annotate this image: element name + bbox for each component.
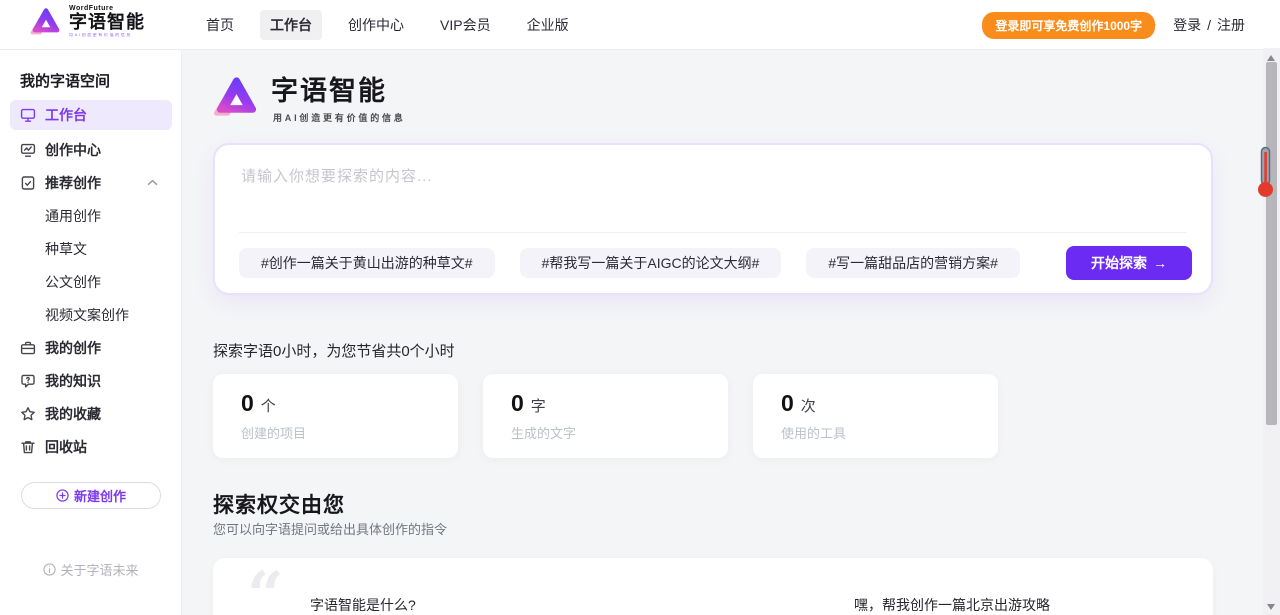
trash-icon [20,439,36,455]
quote-icon: “ [247,564,284,615]
brand-logo[interactable]: WordFuture 字语智能 用AI创造更有价值的信息 [30,5,145,37]
sidebar-item-label: 工作台 [45,105,87,125]
sidebar-item-my-favorites[interactable]: 我的收藏 [0,397,182,430]
sidebar-item-label: 我的创作 [45,338,101,358]
sidebar-item-label: 回收站 [45,437,87,457]
main-content: 字语智能 用AI创造更有价值的信息 #创作一篇关于黄山出游的种草文# #帮我写一… [182,50,1280,615]
quote-question[interactable]: 字语智能是什么? [310,595,416,615]
suggestion-chip-dessert[interactable]: #写一篇甜品店的营销方案# [806,248,1020,278]
brand-triangle-icon [30,6,62,36]
stat-label: 使用的工具 [781,423,998,442]
stat-card-projects: 0 个 创建的项目 [213,374,458,458]
stat-unit: 个 [261,395,276,416]
sidebar-item-label: 我的知识 [45,371,101,391]
stats-cards: 0 个 创建的项目 0 字 生成的文字 0 次 使用的工具 [213,374,998,458]
about-link[interactable]: 关于字语未来 [0,560,182,579]
sidebar-subitem-general[interactable]: 通用创作 [0,199,182,232]
stat-label: 生成的文字 [511,423,728,442]
nav-enterprise[interactable]: 企业版 [517,10,579,40]
plus-circle-icon [56,489,69,502]
new-creation-label: 新建创作 [74,486,126,505]
info-circle-icon [43,563,56,576]
chevron-up-icon[interactable] [147,179,158,186]
hero-logo: 字语智能 用AI创造更有价值的信息 [213,74,406,124]
suggestion-row: #创作一篇关于黄山出游的种草文# #帮我写一篇关于AIGC的论文大纲# #写一篇… [239,246,1192,280]
sidebar-item-workbench[interactable]: 工作台 [10,100,172,130]
stat-unit: 次 [801,395,816,416]
stats-summary: 探索字语0小时，为您节省共0个小时 [213,340,455,361]
main-nav: 首页 工作台 创作中心 VIP会员 企业版 [196,0,579,50]
explore-section-title: 探索权交由您 [213,489,345,519]
sidebar-subitem-official[interactable]: 公文创作 [0,265,182,298]
star-icon [20,406,36,422]
stat-value: 0 [511,390,524,417]
nav-vip[interactable]: VIP会员 [430,10,501,40]
sidebar-item-label: 我的收藏 [45,404,101,424]
stat-card-tools: 0 次 使用的工具 [753,374,998,458]
thermometer-icon [1255,146,1276,198]
search-divider [239,232,1187,233]
briefcase-icon [20,340,36,356]
sidebar-item-my-knowledge[interactable]: 我的知识 [0,364,182,397]
sidebar-item-creation-center[interactable]: 创作中心 [0,133,182,166]
scroll-down-icon[interactable] [1267,604,1275,610]
sidebar-subitem-seeding[interactable]: 种草文 [0,232,182,265]
hero-triangle-icon [213,74,260,124]
about-label: 关于字语未来 [60,560,138,579]
sidebar: 我的字语空间 工作台 创作中心 [0,50,182,615]
hero-tagline: 用AI创造更有价值的信息 [273,111,406,124]
search-card: #创作一篇关于黄山出游的种草文# #帮我写一篇关于AIGC的论文大纲# #写一篇… [213,143,1213,295]
page-scrollbar[interactable] [1263,48,1280,615]
nav-home[interactable]: 首页 [196,10,244,40]
knowledge-bubble-icon [20,373,36,389]
brand-name-en: WordFuture [69,5,145,12]
recommend-doc-icon [20,175,36,191]
header-right: 登录即可享免费创作1000字 登录 / 注册 [982,0,1245,50]
brand-name-zh: 字语智能 [69,13,145,31]
scrollbar-thumb[interactable] [1266,62,1277,425]
arrow-right-icon: → [1153,255,1167,271]
login-link[interactable]: 登录 [1173,15,1201,35]
explore-section-subtitle: 您可以向字语提问或给出具体创作的指令 [213,519,447,538]
creation-monitor-icon [20,142,36,158]
sidebar-title: 我的字语空间 [20,70,110,91]
register-link[interactable]: 注册 [1217,15,1245,35]
suggestion-chip-aigc[interactable]: #帮我写一篇关于AIGC的论文大纲# [520,248,782,278]
promo-badge[interactable]: 登录即可享免费创作1000字 [982,12,1155,39]
stat-value: 0 [241,390,254,417]
start-explore-button[interactable]: 开始探索 → [1066,246,1192,280]
auth-links: 登录 / 注册 [1173,15,1245,35]
monitor-icon [20,107,36,123]
sidebar-subitem-video-copy[interactable]: 视频文案创作 [0,298,182,331]
scroll-up-icon[interactable] [1267,55,1275,61]
top-header: WordFuture 字语智能 用AI创造更有价值的信息 首页 工作台 创作中心… [0,0,1280,50]
stat-unit: 字 [531,395,546,416]
auth-divider: / [1207,17,1211,33]
sidebar-item-recycle-bin[interactable]: 回收站 [0,430,182,463]
hero-title: 字语智能 [271,74,406,108]
stat-value: 0 [781,390,794,417]
search-input[interactable] [241,165,1141,223]
nav-workbench[interactable]: 工作台 [260,10,322,40]
nav-creation-center[interactable]: 创作中心 [338,10,414,40]
stat-card-words: 0 字 生成的文字 [483,374,728,458]
quote-card: “ 字语智能是什么? 嘿，帮我创作一篇北京出游攻略 [213,558,1213,615]
new-creation-button[interactable]: 新建创作 [21,482,161,509]
quote-example[interactable]: 嘿，帮我创作一篇北京出游攻略 [854,595,1050,615]
sidebar-item-label: 推荐创作 [45,173,101,193]
suggestion-chip-huangshan[interactable]: #创作一篇关于黄山出游的种草文# [239,248,495,278]
start-explore-label: 开始探索 [1091,253,1147,273]
sidebar-item-my-creations[interactable]: 我的创作 [0,331,182,364]
app-screen: WordFuture 字语智能 用AI创造更有价值的信息 首页 工作台 创作中心… [0,0,1280,615]
brand-tagline-micro: 用AI创造更有价值的信息 [69,33,145,37]
sidebar-item-recommended[interactable]: 推荐创作 [0,166,182,199]
sidebar-menu: 工作台 创作中心 推荐创作 [0,100,182,463]
sidebar-item-label: 创作中心 [45,140,101,160]
stat-label: 创建的项目 [241,423,458,442]
